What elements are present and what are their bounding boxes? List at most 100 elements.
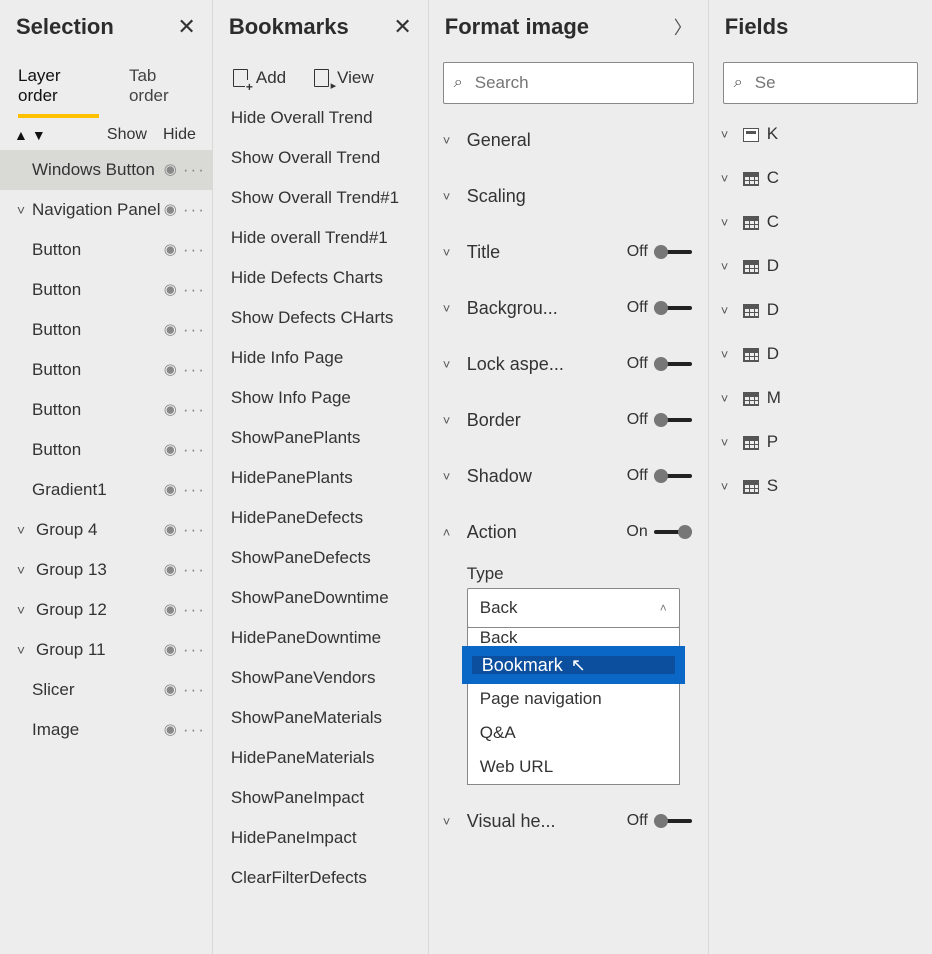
- bookmark-item[interactable]: ShowPaneImpact: [213, 778, 428, 818]
- field-table[interactable]: ˅P: [709, 420, 932, 464]
- selection-item[interactable]: Image◉···: [0, 710, 212, 750]
- format-section[interactable]: ˅Backgrou...Off: [435, 280, 702, 336]
- tab-layer-order[interactable]: Layer order: [18, 66, 99, 118]
- visibility-icon[interactable]: ◉: [164, 400, 177, 418]
- bookmark-item[interactable]: HidePaneMaterials: [213, 738, 428, 778]
- tab-tab-order[interactable]: Tab order: [129, 66, 196, 118]
- field-table[interactable]: ˅K: [709, 112, 932, 156]
- toggle-switch[interactable]: [654, 474, 692, 478]
- visibility-icon[interactable]: ◉: [164, 280, 177, 298]
- move-up-icon[interactable]: ▲: [14, 127, 28, 143]
- format-section[interactable]: ˄ActionOn: [435, 504, 702, 560]
- more-icon[interactable]: ···: [183, 480, 206, 500]
- more-icon[interactable]: ···: [183, 240, 206, 260]
- bookmark-item[interactable]: Hide Defects Charts: [213, 258, 428, 298]
- field-table[interactable]: ˅S: [709, 464, 932, 508]
- visibility-icon[interactable]: ◉: [164, 440, 177, 458]
- more-icon[interactable]: ···: [183, 720, 206, 740]
- more-icon[interactable]: ···: [183, 440, 206, 460]
- bookmark-item[interactable]: Hide overall Trend#1: [213, 218, 428, 258]
- format-search-input[interactable]: [473, 72, 698, 94]
- format-section[interactable]: ˅BorderOff: [435, 392, 702, 448]
- toggle-switch[interactable]: [654, 418, 692, 422]
- visibility-icon[interactable]: ◉: [164, 600, 177, 618]
- format-section[interactable]: ˅ShadowOff: [435, 448, 702, 504]
- toggle-switch[interactable]: [654, 306, 692, 310]
- toggle-switch[interactable]: [654, 819, 692, 823]
- more-icon[interactable]: ···: [183, 680, 206, 700]
- show-all-button[interactable]: Show: [107, 126, 147, 144]
- move-down-icon[interactable]: ▼: [32, 127, 46, 143]
- selection-item[interactable]: ˅Group 12◉···: [0, 590, 212, 630]
- field-table[interactable]: ˅C: [709, 200, 932, 244]
- visibility-icon[interactable]: ◉: [164, 560, 177, 578]
- fields-search[interactable]: ⌕: [723, 62, 918, 104]
- field-table[interactable]: ˅C: [709, 156, 932, 200]
- close-icon[interactable]: ✕: [177, 16, 195, 38]
- visibility-icon[interactable]: ◉: [164, 480, 177, 498]
- type-option[interactable]: Page navigation: [468, 682, 679, 716]
- more-icon[interactable]: ···: [183, 280, 206, 300]
- type-option-highlighted[interactable]: Bookmark↖: [468, 648, 679, 682]
- type-option[interactable]: Web URL: [468, 750, 679, 784]
- bookmark-item[interactable]: Hide Info Page: [213, 338, 428, 378]
- field-table[interactable]: ˅M: [709, 376, 932, 420]
- bookmark-item[interactable]: ClearFilterDefects: [213, 858, 428, 898]
- more-icon[interactable]: ···: [183, 640, 206, 660]
- hide-all-button[interactable]: Hide: [163, 126, 196, 144]
- toggle-switch[interactable]: [654, 362, 692, 366]
- more-icon[interactable]: ···: [183, 200, 206, 220]
- more-icon[interactable]: ···: [183, 160, 206, 180]
- bookmark-item[interactable]: ShowPaneVendors: [213, 658, 428, 698]
- selection-item[interactable]: Button◉···: [0, 430, 212, 470]
- bookmark-item[interactable]: HidePaneDowntime: [213, 618, 428, 658]
- bookmark-item[interactable]: HidePaneImpact: [213, 818, 428, 858]
- visibility-icon[interactable]: ◉: [164, 240, 177, 258]
- bookmark-item[interactable]: Show Overall Trend: [213, 138, 428, 178]
- visibility-icon[interactable]: ◉: [164, 720, 177, 738]
- bookmark-item[interactable]: Show Defects CHarts: [213, 298, 428, 338]
- more-icon[interactable]: ···: [183, 400, 206, 420]
- format-section[interactable]: ˅General: [435, 112, 702, 168]
- visibility-icon[interactable]: ◉: [164, 320, 177, 338]
- chevron-right-icon[interactable]: 〉: [674, 14, 692, 40]
- selection-item[interactable]: Button◉···: [0, 350, 212, 390]
- more-icon[interactable]: ···: [183, 600, 206, 620]
- more-icon[interactable]: ···: [183, 520, 206, 540]
- close-icon[interactable]: ✕: [393, 16, 411, 38]
- selection-item[interactable]: ˅Group 11◉···: [0, 630, 212, 670]
- bookmark-item[interactable]: ShowPaneDowntime: [213, 578, 428, 618]
- format-section[interactable]: ˅Visual he...Off: [435, 793, 702, 849]
- format-section[interactable]: ˅Lock aspe...Off: [435, 336, 702, 392]
- visibility-icon[interactable]: ◉: [164, 160, 177, 178]
- selection-item[interactable]: ˅Group 13◉···: [0, 550, 212, 590]
- selection-item[interactable]: Gradient1◉···: [0, 470, 212, 510]
- more-icon[interactable]: ···: [183, 320, 206, 340]
- visibility-icon[interactable]: ◉: [164, 360, 177, 378]
- format-section[interactable]: ˅TitleOff: [435, 224, 702, 280]
- visibility-icon[interactable]: ◉: [164, 640, 177, 658]
- selection-item[interactable]: Button◉···: [0, 310, 212, 350]
- selection-item[interactable]: ˅Navigation Panel◉···: [0, 190, 212, 230]
- fields-search-input[interactable]: [753, 72, 932, 94]
- bookmark-add-button[interactable]: Add: [233, 68, 286, 88]
- field-table[interactable]: ˅D: [709, 288, 932, 332]
- format-section[interactable]: ˅Scaling: [435, 168, 702, 224]
- type-option[interactable]: Q&A: [468, 716, 679, 750]
- field-table[interactable]: ˅D: [709, 244, 932, 288]
- bookmark-item[interactable]: ShowPanePlants: [213, 418, 428, 458]
- bookmark-item[interactable]: ShowPaneMaterials: [213, 698, 428, 738]
- selection-item[interactable]: Button◉···: [0, 390, 212, 430]
- selection-item[interactable]: Button◉···: [0, 230, 212, 270]
- toggle-switch[interactable]: [654, 250, 692, 254]
- visibility-icon[interactable]: ◉: [164, 680, 177, 698]
- visibility-icon[interactable]: ◉: [164, 200, 177, 218]
- bookmark-view-button[interactable]: View: [314, 68, 374, 88]
- bookmark-item[interactable]: HidePaneDefects: [213, 498, 428, 538]
- toggle-switch[interactable]: [654, 530, 692, 534]
- bookmark-item[interactable]: Show Overall Trend#1: [213, 178, 428, 218]
- more-icon[interactable]: ···: [183, 360, 206, 380]
- selection-item[interactable]: ˅Group 4◉···: [0, 510, 212, 550]
- bookmark-item[interactable]: ShowPaneDefects: [213, 538, 428, 578]
- more-icon[interactable]: ···: [183, 560, 206, 580]
